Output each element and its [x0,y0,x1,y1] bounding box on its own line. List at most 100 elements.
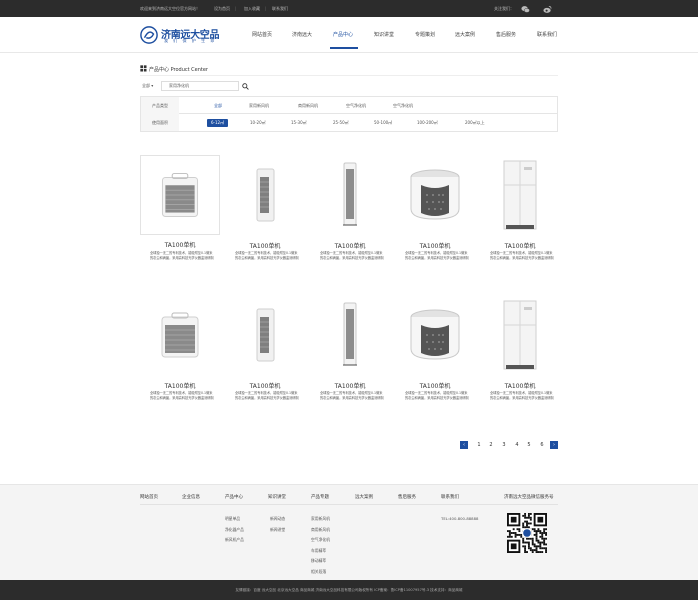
filter-area-200-plus[interactable]: 200㎡以上 [465,120,485,126]
product-card[interactable]: TA100单机 全球独一无二的专利技术，能吸附至0.1微米的灰尘和病菌，采用高科技… [480,295,560,415]
pagination-page-1[interactable]: 1 [475,441,483,449]
product-name[interactable]: TA100单机 [310,241,390,250]
filter-type-air-purifier[interactable]: 空气净化机 [346,103,366,109]
product-description: 全球独一无二的专利技术，能吸附至0.1微米的灰尘和病菌，采用高科技光学仪器监测研… [235,251,299,261]
category-select[interactable]: 全部 ▾ [140,81,160,91]
footer-col-products[interactable]: 产品中心 [225,494,243,500]
footer-col-contact[interactable]: 联系我们 [441,494,459,500]
set-homepage-link[interactable]: 设为首页 [214,6,230,12]
filter-area-100-200[interactable]: 100-200㎡ [417,120,438,126]
nav-item-topics[interactable]: 专题策划 [415,31,435,38]
site-footer [0,484,698,580]
copyright-text: 友情链接：百度 远大空品 北京远大空品 商品商城 济南远大空品科技有限公司版权所… [235,588,463,592]
filter-type-air-purifier-2[interactable]: 空气净化机 [393,103,413,109]
product-description: 全球独一无二的专利技术，能吸附至0.1微米的灰尘和病菌，采用高科技光学仪器监测研… [150,251,214,261]
product-name[interactable]: TA100单机 [310,381,390,390]
product-image[interactable] [310,295,390,375]
search-button[interactable] [239,81,252,91]
section-divider [140,75,558,76]
footer-link[interactable]: 新风机产品 [225,537,244,543]
product-search: 全部 ▾ 家用净化机 [140,81,252,91]
nav-item-knowledge[interactable]: 知识讲堂 [374,31,394,38]
footer-link[interactable]: 空气净化机 [311,537,330,543]
footer-col-home[interactable]: 网站首页 [140,494,158,500]
filter-type-all[interactable]: 全部 [214,103,222,109]
product-image[interactable] [480,295,560,375]
nav-item-service[interactable]: 售后服务 [496,31,516,38]
pagination-page-3[interactable]: 3 [500,441,508,449]
footer-col-service[interactable]: 售后服务 [398,494,416,500]
filter-type-home-ventilator[interactable]: 家用新风机 [249,103,269,109]
pagination-page-5[interactable]: 5 [525,441,533,449]
chevron-down-icon: ▾ [151,83,154,88]
product-name[interactable]: TA100单机 [480,241,560,250]
follow-us-label: 关注我们： [494,6,514,11]
product-card[interactable]: TA100单机 全球独一无二的专利技术，能吸附至0.1微米的灰尘和病菌，采用高科技… [310,295,390,415]
product-image[interactable] [225,295,305,375]
product-card[interactable]: TA100单机 全球独一无二的专利技术，能吸附至0.1微米的灰尘和病菌，采用高科技… [140,155,220,275]
footer-link[interactable]: 明星单品 [225,516,240,522]
filter-area-15-30[interactable]: 15-30㎡ [291,120,307,126]
product-name[interactable]: TA100单机 [225,241,305,250]
product-name[interactable]: TA100单机 [395,241,475,250]
filter-area-25-50[interactable]: 25-50㎡ [333,120,349,126]
add-favorite-link[interactable]: 加入收藏 [244,6,260,12]
weibo-icon[interactable] [541,3,553,15]
filter-area-50-100[interactable]: 50-100㎡ [374,120,392,126]
footer-link[interactable]: 相关段落 [311,569,326,575]
nav-item-products[interactable]: 产品中心 [333,31,353,38]
product-name[interactable]: TA100单机 [395,381,475,390]
filter-type-commercial-ventilator[interactable]: 商用新风机 [298,103,318,109]
product-card[interactable]: TA100单机 全球独一无二的专利技术，能吸附至0.1微米的灰尘和病菌，采用高科技… [310,155,390,275]
filter-area-10-20[interactable]: 10-20㎡ [250,120,266,126]
product-description: 全球独一无二的专利技术，能吸附至0.1微米的灰尘和病菌，采用高科技光学仪器监测研… [490,391,554,401]
nav-item-cases[interactable]: 远大案例 [455,31,475,38]
product-card[interactable]: TA100单机 全球独一无二的专利技术，能吸附至0.1微米的灰尘和病菌，采用高科技… [395,295,475,415]
footer-col-company[interactable]: 企业信息 [182,494,200,500]
filter-label-type: 产品类型 [141,97,179,114]
footer-link[interactable]: 新闻动态 [270,516,285,522]
product-card[interactable]: TA100单机 全球独一无二的专利技术，能吸附至0.1微米的灰尘和病菌，采用高科技… [395,155,475,275]
product-card[interactable]: TA100单机 全球独一无二的专利技术，能吸附至0.1微米的灰尘和病菌，采用高科技… [480,155,560,275]
product-image[interactable] [225,155,305,235]
footer-link[interactable]: 商用新风机 [311,527,330,533]
top-bar: 欢迎来到济南远大空位官方网站！ 设为首页 | 加入收藏 | 联系我们 关注我们： [0,0,698,17]
product-image[interactable] [310,155,390,235]
product-name[interactable]: TA100单机 [140,241,220,251]
product-image[interactable] [395,155,475,235]
welcome-text: 欢迎来到济南远大空位官方网站！ [140,6,200,11]
product-name[interactable]: TA100单机 [225,381,305,390]
footer-col-knowledge[interactable]: 知识讲堂 [268,494,286,500]
product-name[interactable]: TA100单机 [480,381,560,390]
nav-item-contact[interactable]: 联系我们 [537,31,557,38]
product-image[interactable] [480,155,560,235]
product-image[interactable] [395,295,475,375]
product-name[interactable]: TA100单机 [140,381,220,390]
footer-link[interactable]: 家用新风机 [311,516,330,522]
pagination-page-2[interactable]: 2 [487,441,495,449]
wechat-icon[interactable] [519,3,531,15]
brand-slogan: 我 们 保 护 生 命 [164,38,217,43]
product-description: 全球独一无二的专利技术，能吸附至0.1微米的灰尘和病菌，采用高科技光学仪器监测研… [405,391,469,401]
pagination-prev-button[interactable]: ‹ [460,441,468,449]
product-image[interactable] [140,295,220,375]
pagination-page-4[interactable]: 4 [513,441,521,449]
pagination-next-button[interactable]: › [550,441,558,449]
product-description: 全球独一无二的专利技术，能吸附至0.1微米的灰尘和病菌，采用高科技光学仪器监测研… [320,251,384,261]
contact-link[interactable]: 联系我们 [272,6,288,12]
product-image[interactable] [140,155,220,235]
product-card[interactable]: TA100单机 全球独一无二的专利技术，能吸附至0.1微米的灰尘和病菌，采用高科技… [225,295,305,415]
product-card[interactable]: TA100单机 全球独一无二的专利技术，能吸附至0.1微米的灰尘和病菌，采用高科技… [140,295,220,415]
nav-item-home[interactable]: 网站首页 [252,31,272,38]
search-input[interactable]: 家用净化机 [161,81,239,91]
product-card[interactable]: TA100单机 全球独一无二的专利技术，能吸附至0.1微米的灰尘和病菌，采用高科技… [225,155,305,275]
footer-col-topics[interactable]: 产品专题 [311,494,329,500]
footer-link[interactable]: 新闻讲堂 [270,527,285,533]
filter-area-6-12[interactable]: 6-12㎡ [207,119,229,127]
footer-link[interactable]: 移动精萃 [311,558,326,564]
footer-link[interactable]: 净化器产品 [225,527,244,533]
nav-item-about[interactable]: 济南远大 [292,31,312,38]
footer-link[interactable]: 车用精萃 [311,548,326,554]
footer-col-cases[interactable]: 远大案例 [355,494,373,500]
pagination-page-6[interactable]: 6 [538,441,546,449]
